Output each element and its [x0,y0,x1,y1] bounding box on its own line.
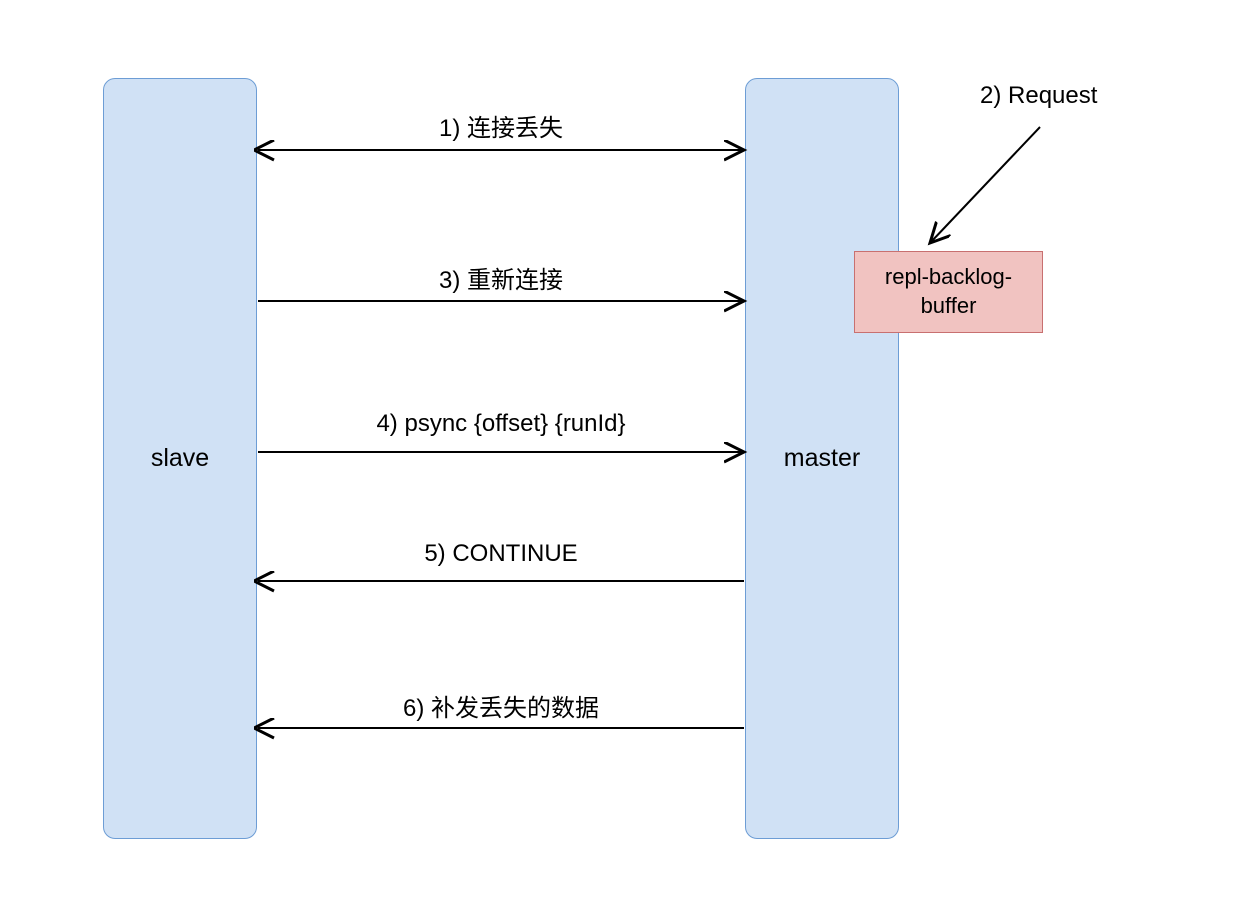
slave-label: slave [151,444,209,473]
msg-4-label: 4) psync {offset} {runId} [376,410,625,438]
msg-5-label: 5) CONTINUE [424,540,577,568]
arrow-request [930,127,1040,243]
slave-node: slave [103,78,257,839]
msg-6-label: 6) 补发丢失的数据 [403,688,599,723]
buffer-label: repl-backlog-buffer [859,263,1038,320]
master-node: master [745,78,899,839]
msg-3-label: 3) 重新连接 [439,260,563,295]
msg-2-label: 2) Request [980,82,1097,110]
master-label: master [784,444,860,473]
buffer-node: repl-backlog-buffer [854,251,1043,333]
msg-1-label: 1) 连接丢失 [439,108,563,143]
